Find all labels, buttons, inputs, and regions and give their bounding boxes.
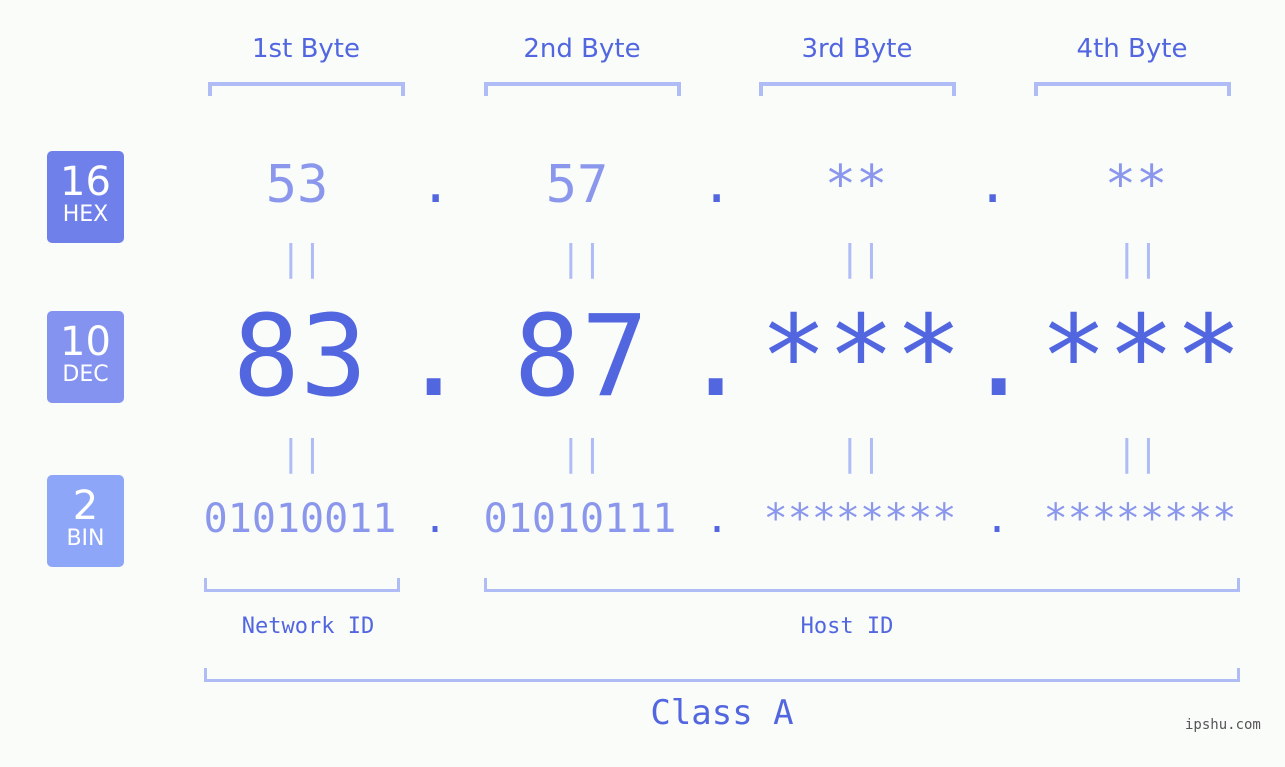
byte-header-4: 4th Byte [1076,34,1188,64]
bin-separator-3: . [985,496,1010,542]
network-id-bracket [204,578,400,592]
hex-byte-3: ** [824,155,888,215]
hex-byte-2: 57 [545,155,609,215]
watermark: ipshu.com [1185,717,1261,733]
hex-base-label: HEX [62,202,109,227]
equals-hex-dec-2: || [560,238,604,279]
bin-base-number: 2 [72,483,99,529]
dec-byte-4: *** [1039,292,1243,422]
class-bracket [204,668,1240,682]
equals-hex-dec-3: || [839,238,883,279]
equals-dec-bin-4: || [1116,433,1160,474]
equals-dec-bin-3: || [839,433,883,474]
bin-byte-1: 01010011 [203,496,397,542]
byte-bracket-4 [1034,82,1231,96]
dec-badge: 10 DEC [47,311,124,403]
byte-bracket-1 [208,82,405,96]
hex-separator-1: . [420,155,452,215]
dec-separator-2: . [682,292,750,422]
byte-bracket-3 [759,82,956,96]
hex-separator-3: . [977,155,1009,215]
host-id-bracket [484,578,1240,592]
equals-dec-bin-2: || [560,433,604,474]
bin-byte-4: ******** [1043,496,1237,542]
dec-separator-1: . [400,292,468,422]
dec-base-number: 10 [60,319,111,365]
bin-byte-3: ******** [763,496,957,542]
class-label: Class A [650,693,794,733]
network-id-label: Network ID [241,614,375,639]
hex-base-number: 16 [60,159,111,205]
hex-byte-4: ** [1104,155,1168,215]
bin-badge: 2 BIN [47,475,124,567]
equals-dec-bin-1: || [280,433,324,474]
hex-byte-1: 53 [265,155,329,215]
byte-bracket-2 [484,82,681,96]
hex-badge: 16 HEX [47,151,124,243]
dec-byte-2: 87 [513,292,649,422]
dec-base-label: DEC [62,362,109,387]
byte-header-3: 3rd Byte [801,34,913,64]
dec-byte-1: 83 [232,292,368,422]
byte-header-2: 2nd Byte [523,34,641,64]
bin-separator-1: . [423,496,448,542]
hex-separator-2: . [701,155,733,215]
bin-separator-2: . [705,496,730,542]
bin-base-label: BIN [66,526,105,551]
byte-header-1: 1st Byte [252,34,360,64]
equals-hex-dec-1: || [280,238,324,279]
host-id-label: Host ID [800,614,894,639]
bin-byte-2: 01010111 [483,496,677,542]
dec-byte-3: *** [759,292,963,422]
equals-hex-dec-4: || [1116,238,1160,279]
